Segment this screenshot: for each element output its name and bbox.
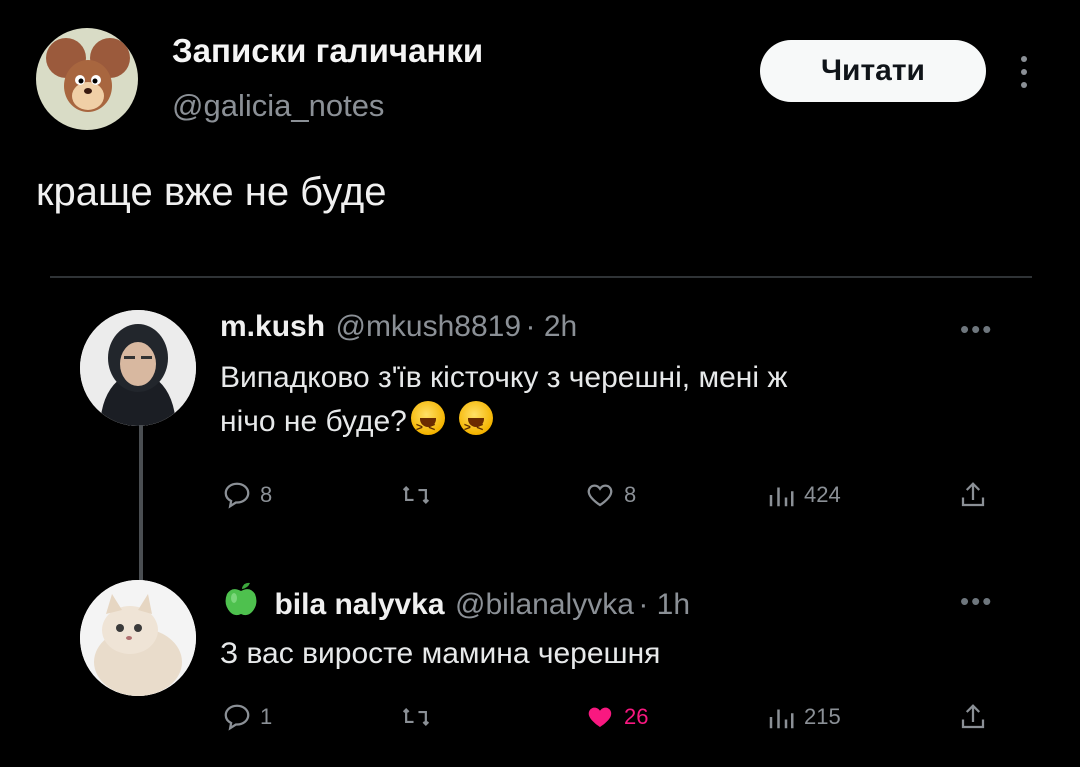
heart-icon <box>587 484 613 507</box>
like-count: 26 <box>624 704 649 729</box>
retweet-action[interactable] <box>400 702 440 732</box>
reply-count: 1 <box>260 704 273 729</box>
views-action[interactable]: 215 <box>766 702 841 732</box>
views-count: 424 <box>804 482 841 507</box>
reply-text-line: нічо не буде? <box>220 405 407 438</box>
reply-avatar-mkush[interactable] <box>80 310 196 426</box>
retweet-icon <box>402 486 430 504</box>
reply-header: bila nalyvka @bilanalyvka · 1h <box>222 580 690 623</box>
reply-text: З вас виросте мамина черешня <box>220 637 661 670</box>
thread-connector-line <box>139 425 143 581</box>
reply-icon <box>224 704 250 731</box>
grinning-squinting-face-icon <box>458 401 493 449</box>
more-options-icon[interactable]: ••• <box>960 314 993 345</box>
reply-author-name[interactable]: bila nalyvka <box>274 588 444 621</box>
reply-avatar-bilanalyvka[interactable] <box>80 580 196 696</box>
share-icon <box>961 482 985 507</box>
like-action[interactable]: 26 <box>584 702 648 732</box>
reply-text: Випадково з'їв кісточку з черешні, мені … <box>220 356 1020 449</box>
reply-author-handle[interactable]: @bilanalyvka <box>455 588 634 621</box>
retweet-action[interactable] <box>400 480 440 510</box>
heart-filled-icon <box>588 707 612 727</box>
green-apple-icon <box>222 580 260 623</box>
author-handle[interactable]: @galicia_notes <box>172 88 384 124</box>
post-text: краще вже не буде <box>36 170 387 214</box>
share-icon <box>961 704 985 729</box>
reply-action[interactable]: 8 <box>222 480 272 510</box>
share-action[interactable] <box>958 480 988 510</box>
reply-author-name[interactable]: m.kush <box>220 310 325 343</box>
share-action[interactable] <box>958 702 988 732</box>
like-count: 8 <box>624 482 637 507</box>
reply-header: m.kush @mkush8819 · 2h <box>220 310 577 344</box>
views-action[interactable]: 424 <box>766 480 841 510</box>
views-chart-icon <box>769 487 794 507</box>
follow-button[interactable]: Читати <box>760 40 986 102</box>
reply-timestamp[interactable]: · 1h <box>638 588 690 621</box>
reply-icon <box>224 482 250 509</box>
reply-author-handle[interactable]: @mkush8819 <box>335 310 521 343</box>
retweet-icon <box>402 708 430 726</box>
views-chart-icon <box>769 709 794 729</box>
author-avatar[interactable] <box>36 28 138 130</box>
more-options-icon[interactable]: ••• <box>960 586 993 617</box>
reply-action[interactable]: 1 <box>222 702 272 732</box>
grinning-squinting-face-icon <box>410 401 445 449</box>
vertical-ellipsis-icon[interactable] <box>1015 52 1033 92</box>
views-count: 215 <box>804 704 841 729</box>
reply-text-line: Випадково з'їв кісточку з черешні, мені … <box>220 361 788 394</box>
reply-timestamp[interactable]: · 2h <box>526 310 578 343</box>
divider <box>50 276 1032 278</box>
reply-count: 8 <box>260 482 273 507</box>
author-display-name[interactable]: Записки галичанки <box>172 32 483 70</box>
like-action[interactable]: 8 <box>584 480 636 510</box>
